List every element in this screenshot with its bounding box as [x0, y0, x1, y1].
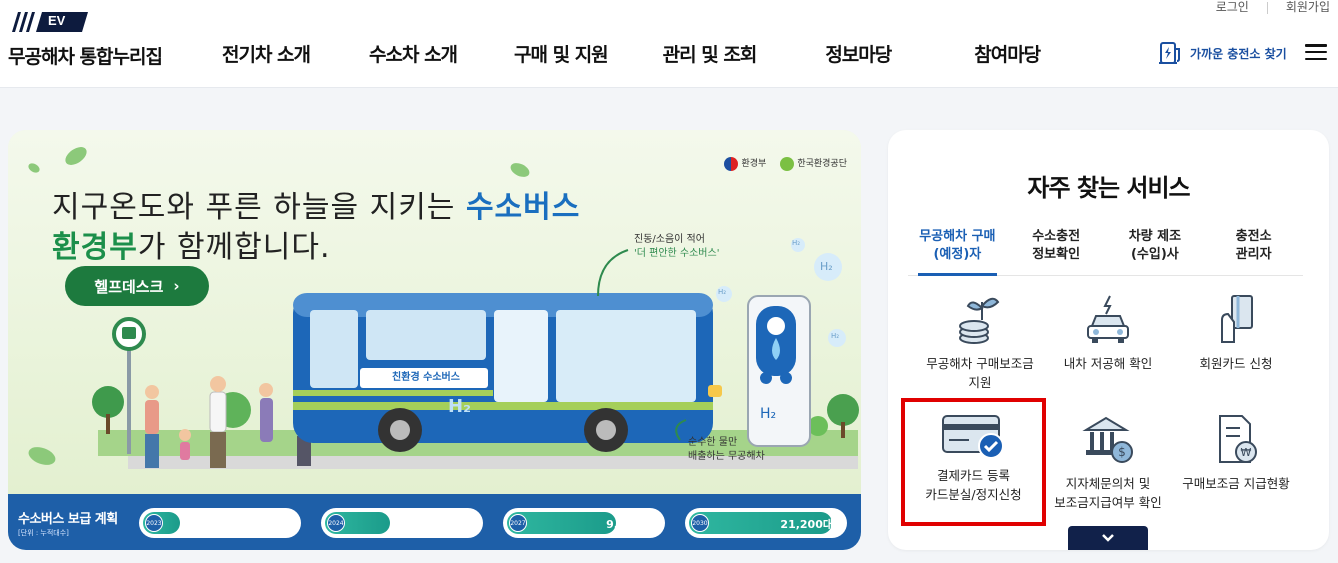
banner-headline-text: 지구온도와 푸른 하늘을 지키는 [52, 190, 466, 225]
tab-manufacturers[interactable]: 차량 제조 (수입)사 [1106, 226, 1205, 275]
service-member-card[interactable]: 회원카드 신청 [1166, 292, 1306, 410]
charger-h2-mark: H₂ [760, 406, 777, 422]
svg-text:₩: ₩ [1241, 446, 1252, 459]
nav-purchase-support[interactable]: 구매 및 지원 [514, 40, 609, 67]
coins-plant-icon [959, 297, 1000, 344]
main-nav: 전기차 소개 수소차 소개 구매 및 지원 관리 및 조회 정보마당 참여마당 [200, 40, 1041, 67]
keco-name: 한국환경공단 [797, 159, 847, 169]
panel-title: 자주 찾는 서비스 [1027, 174, 1190, 202]
find-station-button[interactable]: 가까운 충전소 찾기 [1158, 40, 1287, 66]
service-label: 구매보조금 지급현황 [1182, 476, 1290, 491]
water-emission-note-line2: 배출하는 무공해차 [688, 451, 765, 462]
plan-2027: 2027 9,000대 [503, 508, 665, 538]
h2-bubble: H₂ [831, 332, 840, 340]
login-link[interactable]: 로그인 [1216, 0, 1249, 15]
moe-name: 환경부 [741, 159, 767, 169]
hand-card-icon [1221, 295, 1253, 343]
nav-participation[interactable]: 참여마당 [974, 40, 1041, 67]
plan-value: 9,000대 [606, 518, 651, 531]
keco-logo: 한국환경공단 [780, 156, 847, 171]
chevron-right-icon: › [173, 277, 180, 295]
banner-subheadline-text: 가 함께합니다. [137, 230, 331, 265]
document-won-icon: ₩ [1219, 415, 1257, 463]
car-lightning-icon [1087, 295, 1129, 343]
svg-text:$: $ [1118, 445, 1126, 459]
moe-emblem-icon [724, 156, 739, 171]
frequent-services-panel: 자주 찾는 서비스 무공해차 구매 (예정)자 수소충전 정보확인 차량 제조 … [888, 130, 1329, 550]
logo-text: EV [48, 13, 66, 28]
menu-icon [1305, 44, 1327, 47]
h2-bubble: H₂ [820, 260, 833, 273]
helpdesk-button[interactable]: 헬프데스크 › [65, 266, 209, 306]
plan-year-badge: 2027 [509, 514, 527, 532]
plan-value: 582대('23년 11월) [185, 518, 287, 531]
bus-h2-mark: H₂ [448, 396, 471, 417]
water-emission-note: 순수한 물만 배출하는 무공해차 [688, 436, 765, 464]
site-name[interactable]: 무공해차 통합누리집 [8, 42, 163, 69]
service-label: 무공해차 구매보조금 지원 [926, 356, 1034, 390]
menu-button[interactable] [1305, 44, 1327, 60]
service-subsidy-support[interactable]: 무공해차 구매보조금 지원 [910, 292, 1050, 410]
plan-unit: [단위 : 누적대수] [18, 529, 69, 537]
service-payment-card[interactable]: 결제카드 등록 카드분실/정지신청 [901, 398, 1046, 526]
ev-logo[interactable]: EV [8, 12, 88, 32]
plan-year-badge: 2024 [327, 514, 345, 532]
supply-plan-bar: 수소버스 보급 계획 [단위 : 누적대수] 2023 582대('23년 11… [8, 494, 861, 550]
service-label: 내차 저공해 확인 [1063, 356, 1153, 371]
h2-bubble: H₂ [718, 288, 727, 296]
plan-value: 21,200대 [780, 518, 833, 531]
plan-2030: 2030 21,200대 [685, 508, 847, 538]
keco-emblem-icon [780, 156, 795, 171]
hydrogen-bus-banner[interactable]: 지구온도와 푸른 하늘을 지키는 수소버스 환경부가 함께합니다. 헬프데스크 … [8, 130, 861, 550]
site-header: EV 무공해차 통합누리집 로그인 회원가입 전기차 소개 수소차 소개 구매 … [0, 0, 1338, 88]
more-services-button[interactable] [1068, 526, 1148, 550]
quiet-bus-note-line1: 진동/소음이 적어 [634, 234, 705, 245]
plan-title: 수소버스 보급 계획 [18, 512, 118, 527]
government-building-icon: $ [1082, 416, 1133, 463]
signup-link[interactable]: 회원가입 [1286, 0, 1330, 15]
tab-buyers[interactable]: 무공해차 구매 (예정)자 [908, 226, 1007, 276]
card-check-icon [941, 415, 1004, 459]
banner-headline-highlight: 수소버스 [465, 190, 581, 225]
charging-station-icon [1159, 42, 1180, 64]
nav-info[interactable]: 정보마당 [825, 40, 892, 67]
quiet-bus-note: 진동/소음이 적어 '더 편안한 수소버스' [634, 233, 719, 261]
banner-subheadline: 환경부가 함께합니다. [52, 222, 331, 266]
divider [1266, 2, 1268, 14]
service-label: 지자체문의처 및 보조금지급여부 확인 [1054, 476, 1162, 510]
tab-station-admins[interactable]: 충전소 관리자 [1204, 226, 1303, 275]
service-label: 결제카드 등록 카드분실/정지신청 [925, 468, 1022, 502]
helpdesk-label: 헬프데스크 [94, 277, 164, 296]
nav-ev-intro[interactable]: 전기차 소개 [222, 40, 311, 67]
plan-value: 2,700대 [424, 518, 469, 531]
service-label: 회원카드 신청 [1199, 356, 1273, 371]
service-low-emission-check[interactable]: 내차 저공해 확인 [1038, 292, 1178, 410]
service-subsidy-status[interactable]: ₩ 구매보조금 지급현황 [1166, 412, 1306, 530]
water-emission-note-line1: 순수한 물만 [688, 437, 738, 448]
bus-label: 친환경 수소버스 [392, 372, 460, 383]
nav-manage-lookup[interactable]: 관리 및 조회 [663, 40, 758, 67]
plan-2024: 2024 2,700대 [321, 508, 483, 538]
find-station-label: 가까운 충전소 찾기 [1190, 46, 1287, 61]
banner-ministry-highlight: 환경부 [52, 230, 138, 265]
ministry-logos: 환경부 한국환경공단 [724, 156, 847, 171]
banner-headline: 지구온도와 푸른 하늘을 지키는 수소버스 [52, 182, 580, 226]
quiet-bus-note-line2: '더 편안한 수소버스' [634, 248, 720, 259]
service-local-gov-contact[interactable]: $ 지자체문의처 및 보조금지급여부 확인 [1038, 412, 1178, 530]
plan-2023: 2023 582대('23년 11월) [139, 508, 301, 538]
menu-icon [1305, 50, 1327, 54]
tab-hydrogen-charging[interactable]: 수소충전 정보확인 [1007, 226, 1106, 275]
chevron-down-icon [1102, 534, 1114, 542]
h2-bubble: H₂ [792, 239, 801, 247]
plan-year-badge: 2023 [145, 514, 163, 532]
utility-links: 로그인 회원가입 [1216, 0, 1330, 15]
moe-logo: 환경부 [724, 156, 766, 171]
plan-year-badge: 2030 [691, 514, 709, 532]
nav-hydrogen-intro[interactable]: 수소차 소개 [369, 40, 458, 67]
menu-icon [1305, 57, 1327, 60]
service-tabs: 무공해차 구매 (예정)자 수소충전 정보확인 차량 제조 (수입)사 충전소 … [908, 226, 1303, 276]
